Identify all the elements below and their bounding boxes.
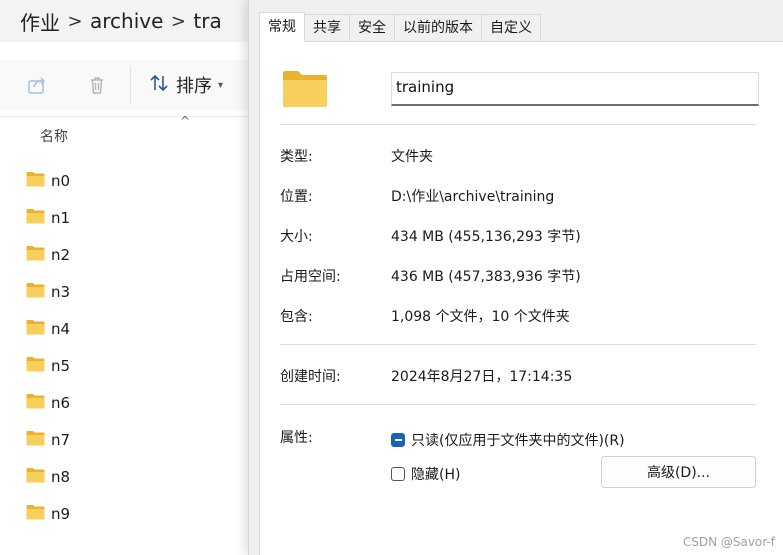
toolbar-separator <box>0 116 250 117</box>
list-item[interactable]: n5 <box>26 347 70 384</box>
dialog-tabs: 常规 共享 安全 以前的版本 自定义 <box>259 12 541 42</box>
list-item[interactable]: n3 <box>26 273 70 310</box>
size-label: 大小: <box>280 229 313 245</box>
size-on-disk-label: 占用空间: <box>280 269 341 285</box>
explorer-toolbar: 排序 ▾ <box>0 60 250 110</box>
attributes-label: 属性: <box>280 430 313 446</box>
type-label: 类型: <box>280 149 313 165</box>
tab-customize[interactable]: 自定义 <box>481 14 541 42</box>
folder-icon <box>26 208 45 228</box>
breadcrumb-separator: > <box>170 10 186 32</box>
file-name: n4 <box>51 319 71 338</box>
toolbar-divider <box>130 66 131 104</box>
folder-icon <box>26 356 45 376</box>
file-name: n9 <box>51 504 71 523</box>
file-name: n3 <box>51 282 71 301</box>
column-header-name[interactable]: 名称 <box>40 126 68 146</box>
chevron-down-icon: ▾ <box>218 79 224 91</box>
breadcrumb-item-training[interactable]: tra <box>193 9 221 33</box>
created-value: 2024年8月27日，17:14:35 <box>391 369 573 385</box>
share-icon[interactable] <box>24 72 50 98</box>
readonly-checkbox-row[interactable]: 只读(仅应用于文件夹中的文件)(R) <box>391 430 625 450</box>
list-item[interactable]: n2 <box>26 236 70 273</box>
sort-button[interactable]: 排序 ▾ <box>148 70 223 100</box>
sort-label: 排序 <box>176 76 212 97</box>
file-name: n8 <box>51 467 71 486</box>
folder-icon <box>26 504 45 524</box>
file-name: n7 <box>51 430 71 449</box>
breadcrumb-item-homework[interactable]: 作业 <box>20 7 60 36</box>
general-tab-panel: 类型: 文件夹 位置: D:\作业\archive\training 大小: 4… <box>259 41 783 555</box>
folder-icon <box>26 430 45 450</box>
properties-dialog: 常规 共享 安全 以前的版本 自定义 类型: 文件夹 位置: D:\作业\arc… <box>248 0 783 555</box>
file-name: n6 <box>51 393 71 412</box>
readonly-label: 只读(仅应用于文件夹中的文件)(R) <box>411 433 625 449</box>
hidden-checkbox[interactable] <box>391 467 405 481</box>
folder-icon <box>26 171 45 191</box>
folder-icon <box>282 69 328 109</box>
sort-icon <box>148 72 170 99</box>
list-item[interactable]: n4 <box>26 310 70 347</box>
advanced-button[interactable]: 高级(D)... <box>601 456 756 488</box>
folder-icon <box>26 319 45 339</box>
size-on-disk-value: 436 MB (457,383,936 字节) <box>391 269 581 285</box>
file-list: n0 n1 n2 n3 n4 n5 n6 n7 n8 n9 <box>26 162 70 532</box>
tab-previous-versions[interactable]: 以前的版本 <box>394 14 482 42</box>
delete-icon[interactable] <box>84 72 110 98</box>
created-label: 创建时间: <box>280 369 341 385</box>
folder-icon <box>26 282 45 302</box>
list-item[interactable]: n0 <box>26 162 70 199</box>
divider <box>280 124 756 125</box>
watermark: CSDN @Savor-f <box>682 535 775 549</box>
list-item[interactable]: n8 <box>26 458 70 495</box>
hidden-checkbox-row[interactable]: 隐藏(H) <box>391 464 460 484</box>
file-name: n2 <box>51 245 71 264</box>
tab-security[interactable]: 安全 <box>349 14 395 42</box>
sort-ascending-icon: ^ <box>180 114 191 128</box>
divider <box>280 404 756 405</box>
folder-icon <box>26 467 45 487</box>
folder-name-input[interactable] <box>391 72 759 106</box>
location-value: D:\作业\archive\training <box>391 189 555 205</box>
list-item[interactable]: n7 <box>26 421 70 458</box>
divider <box>280 344 756 345</box>
list-item[interactable]: n6 <box>26 384 70 421</box>
file-name: n1 <box>51 208 71 227</box>
size-value: 434 MB (455,136,293 字节) <box>391 229 581 245</box>
type-value: 文件夹 <box>391 149 433 165</box>
list-item[interactable]: n1 <box>26 199 70 236</box>
folder-icon <box>26 245 45 265</box>
breadcrumb-item-archive[interactable]: archive <box>90 9 163 33</box>
location-label: 位置: <box>280 189 313 205</box>
tab-sharing[interactable]: 共享 <box>304 14 350 42</box>
folder-icon <box>26 393 45 413</box>
readonly-checkbox[interactable] <box>391 433 405 447</box>
tab-general[interactable]: 常规 <box>259 12 305 42</box>
contains-label: 包含: <box>280 309 313 325</box>
contains-value: 1,098 个文件，10 个文件夹 <box>391 309 570 325</box>
list-item[interactable]: n9 <box>26 495 70 532</box>
file-name: n0 <box>51 171 71 190</box>
hidden-label: 隐藏(H) <box>411 467 461 483</box>
breadcrumb-separator: > <box>67 10 83 32</box>
file-name: n5 <box>51 356 71 375</box>
